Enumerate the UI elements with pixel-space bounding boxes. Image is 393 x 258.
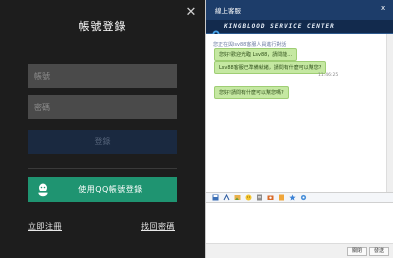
close-chat-button[interactable]: 關閉 xyxy=(347,247,368,256)
forgot-password-link[interactable]: 找回密碼 xyxy=(141,221,175,232)
chat-banner: KINGBLOOD SERVICE CENTER xyxy=(206,20,393,38)
chat-footer: 關閉 發送 xyxy=(206,243,393,258)
history-icon[interactable] xyxy=(278,194,285,201)
font-icon[interactable] xyxy=(223,194,230,201)
qq-login-button[interactable]: 使用QQ帳號登錄 xyxy=(28,177,177,202)
chat-scrollbar[interactable] xyxy=(386,34,393,192)
divider xyxy=(28,168,177,169)
send-button[interactable]: 發送 xyxy=(369,247,390,256)
register-link[interactable]: 立即注冊 xyxy=(28,221,62,232)
qq-login-label: 使用QQ帳號登錄 xyxy=(78,185,143,194)
password-input[interactable] xyxy=(28,95,177,119)
close-icon[interactable]: ✕ xyxy=(184,6,198,20)
chat-close-icon[interactable]: x xyxy=(381,4,385,12)
chat-titlebar: 線上客服 x xyxy=(206,0,393,20)
save-icon[interactable] xyxy=(212,194,219,201)
logo-icon xyxy=(212,23,220,38)
system-message: 您正在與lsv88客服人員進行對話 xyxy=(213,42,287,48)
settings-icon[interactable] xyxy=(300,194,307,201)
image-icon[interactable] xyxy=(234,194,241,201)
chat-title: 線上客服 xyxy=(215,7,241,15)
chat-input[interactable] xyxy=(206,203,393,243)
login-title: 帳號登錄 xyxy=(78,20,127,33)
message-bubble: Lsv88客服已準備就緒，請問有什麼可以幫您? xyxy=(214,61,327,74)
message-bubble: 您好!歡迎光臨 Lsv88，請問能... xyxy=(214,48,298,61)
message-bubble: 您好!請問有什麼可以幫您嗎? xyxy=(214,86,289,99)
chat-messages: 您正在與lsv88客服人員進行對話 您好!歡迎光臨 Lsv88，請問能... L… xyxy=(206,34,386,192)
banner-text: KINGBLOOD SERVICE CENTER xyxy=(224,23,335,30)
screenshot-icon[interactable] xyxy=(267,194,274,201)
message-time: 11:46:25 xyxy=(318,73,339,78)
emoji-icon[interactable] xyxy=(245,194,252,201)
account-input[interactable] xyxy=(28,64,177,88)
chat-toolbar xyxy=(206,192,393,203)
qq-penguin-icon xyxy=(28,177,58,202)
login-button[interactable]: 登錄 xyxy=(28,130,177,154)
rating-icon[interactable] xyxy=(289,194,296,201)
file-icon[interactable] xyxy=(256,194,263,201)
chat-window: 線上客服 x KINGBLOOD SERVICE CENTER 您正在與lsv8… xyxy=(205,0,393,258)
login-dialog: 帳號登錄 ✕ 登錄 使用QQ帳號登錄 立即注冊 找回密碼 xyxy=(0,0,205,258)
